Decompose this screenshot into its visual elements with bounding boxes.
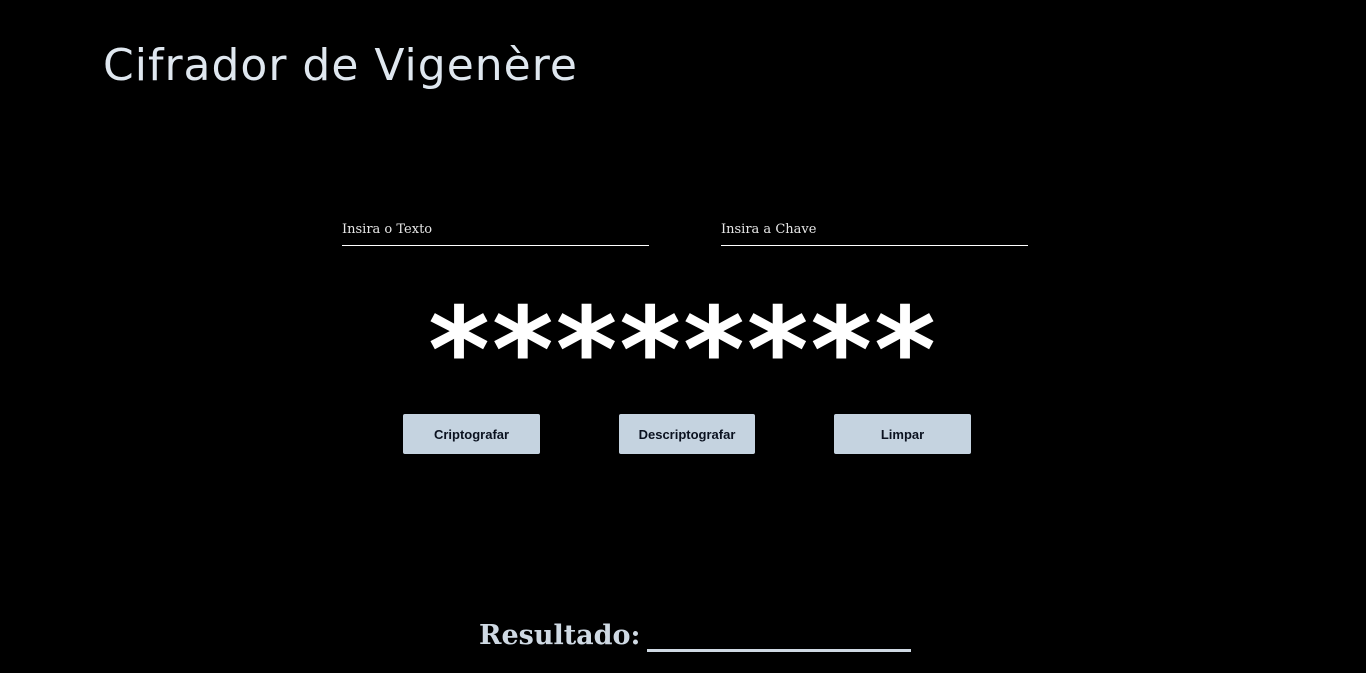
encrypt-button[interactable]: Criptografar bbox=[403, 414, 540, 454]
result-label: Resultado: bbox=[479, 620, 641, 651]
text-field[interactable] bbox=[342, 214, 649, 246]
text-input[interactable] bbox=[342, 214, 649, 245]
page-title: Cifrador de Vigenère bbox=[103, 40, 578, 91]
result-section: Resultado: bbox=[479, 616, 911, 656]
masked-display: ******** bbox=[428, 281, 938, 419]
key-field[interactable] bbox=[721, 214, 1028, 246]
decrypt-button[interactable]: Descriptografar bbox=[619, 414, 755, 454]
key-input[interactable] bbox=[721, 214, 1028, 245]
result-output-line bbox=[646, 649, 911, 652]
clear-button[interactable]: Limpar bbox=[834, 414, 971, 454]
